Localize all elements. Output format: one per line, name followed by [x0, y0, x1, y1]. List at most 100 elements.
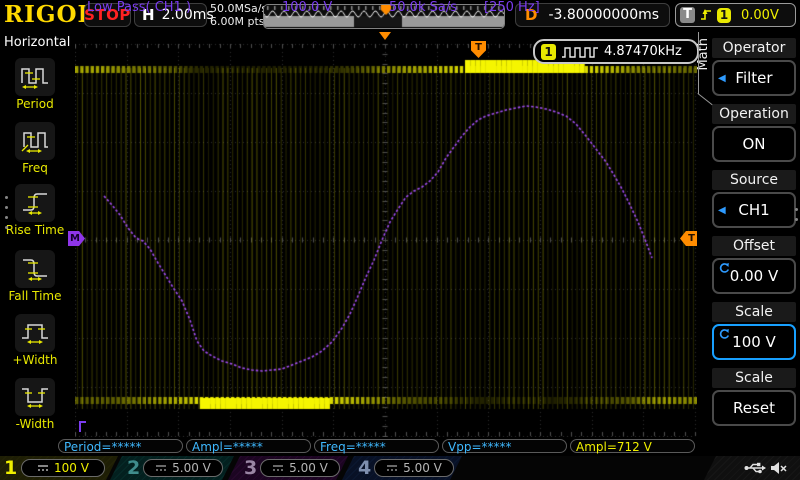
fall-time-icon [15, 250, 55, 288]
memory-depth: 6.00M pts [210, 15, 265, 28]
menu-item-value: Reset [733, 399, 775, 417]
measurement-slot-ampl[interactable]: Ampl=***** [186, 439, 311, 454]
menu-item-value: ON [742, 135, 766, 153]
channel-scale-value: 5.00 V [403, 461, 442, 475]
minus-width-icon [15, 378, 55, 416]
counter-source-badge: 1 [541, 43, 556, 60]
sample-rate: 50.0MSa/s [210, 2, 268, 15]
left-arrow-icon: ◀ [718, 204, 726, 216]
menu-item-title: Scale [712, 368, 796, 388]
trigger-source-badge: 1 [717, 7, 731, 23]
menu-item-title: Source [712, 170, 796, 190]
counter-frequency-value: 4.87470kHz [604, 44, 682, 59]
menu-item-title: Operator [712, 38, 796, 58]
dc-coupling-icon [387, 465, 398, 471]
channel-4-status[interactable]: 4 5.00 V [342, 456, 462, 480]
channel-1-status[interactable]: 1 100 V [0, 456, 118, 480]
left-menu-scroll-dot [5, 216, 8, 219]
measurement-slot-ampl2[interactable]: Ampl=712 V [570, 439, 695, 454]
left-menu-scroll-dot [5, 196, 8, 199]
menu-item-operation[interactable]: Operation ON [712, 104, 796, 162]
left-menu-label: Period [16, 97, 54, 111]
plus-width-icon [15, 314, 55, 352]
channel-scale-value: 5.00 V [289, 461, 328, 475]
menu-page-dot [795, 208, 798, 211]
channel-scale-box: 100 V [21, 459, 105, 477]
trigger-info-box[interactable]: T 1 0.00V [675, 3, 796, 27]
left-menu-title: Horizontal [4, 35, 71, 50]
left-menu-item-rise-time[interactable]: Rise Time [0, 184, 70, 237]
left-menu-item-plus-width[interactable]: +Width [0, 314, 70, 367]
rise-time-icon [15, 184, 55, 222]
menu-item-scale[interactable]: Scale 100 V [712, 302, 796, 360]
math-operator-label: Low Pass( CH1 ) [87, 0, 192, 15]
dc-coupling-icon [156, 465, 167, 471]
menu-item-operator[interactable]: Operator ◀ Filter [712, 38, 796, 96]
oscilloscope-screen: RIGOL STOP H 2.00ms 50.0MSa/s 6.00M pts … [0, 0, 800, 480]
channel-number: 4 [358, 457, 372, 479]
square-wave-icon [561, 45, 599, 59]
measurement-slot-period[interactable]: Period=***** [58, 439, 183, 454]
left-menu-item-minus-width[interactable]: -Width [0, 378, 70, 431]
left-menu-label: -Width [15, 417, 55, 431]
left-menu-item-freq[interactable]: Freq [0, 122, 70, 175]
dc-coupling-icon [38, 465, 49, 471]
offset-value-button[interactable]: 0.00 V [712, 258, 796, 294]
period-icon [15, 58, 55, 96]
speaker-muted-icon[interactable] [770, 460, 788, 476]
menu-item-value: Filter [735, 69, 773, 87]
channel-scale-value: 5.00 V [172, 461, 211, 475]
trigger-slope-icon [700, 8, 712, 22]
scale-value-button[interactable]: 100 V [712, 324, 796, 360]
dc-coupling-icon [273, 465, 284, 471]
left-menu-scroll-dot [5, 226, 8, 229]
rigol-logo: RIGOL [4, 1, 95, 28]
source-value-button[interactable]: ◀ CH1 [712, 192, 796, 228]
acquisition-info: 50.0MSa/s 6.00M pts [210, 2, 267, 28]
usb-icon [744, 461, 766, 475]
channel-scale-box: 5.00 V [260, 459, 340, 477]
menu-divider [698, 32, 699, 94]
operation-value-button[interactable]: ON [712, 126, 796, 162]
math-label-corner [79, 421, 86, 432]
menu-item-title: Operation [712, 104, 796, 124]
waveform-display[interactable] [75, 32, 697, 437]
channel-scale-value: 100 V [54, 461, 89, 475]
left-menu-label: Rise Time [5, 223, 65, 237]
rotate-knob-icon [718, 262, 730, 274]
channel-scale-box: 5.00 V [374, 459, 454, 477]
channel-status-bar: 1 100 V 2 5.00 V 3 5.00 V 4 5.00 V [0, 456, 800, 480]
left-arrow-icon: ◀ [718, 72, 726, 84]
scale-reset-button[interactable]: Reset [712, 390, 796, 426]
channel-3-status[interactable]: 3 5.00 V [228, 456, 348, 480]
left-menu-scroll-dot [5, 206, 8, 209]
left-menu-label: Freq [22, 161, 48, 175]
menu-item-scale-reset[interactable]: Scale Reset [712, 368, 796, 426]
operator-value-button[interactable]: ◀ Filter [712, 60, 796, 96]
measurement-slot-vpp[interactable]: Vpp=***** [442, 439, 567, 454]
system-status-section [704, 456, 800, 480]
trigger-t-label: T [680, 7, 695, 23]
channel-number: 3 [244, 457, 258, 479]
menu-item-source[interactable]: Source ◀ CH1 [712, 170, 796, 228]
channel-scale-box: 5.00 V [143, 459, 223, 477]
trigger-level-value: 0.00V [741, 7, 779, 23]
math-scale-value: 100.0 V [282, 0, 333, 15]
channel-number: 2 [127, 457, 141, 479]
freq-icon [15, 122, 55, 160]
channel-number: 1 [4, 457, 18, 479]
menu-item-offset[interactable]: Offset 0.00 V [712, 236, 796, 294]
channel-2-status[interactable]: 2 5.00 V [110, 456, 234, 480]
left-menu-item-period[interactable]: Period [0, 58, 70, 111]
left-menu-label: Fall Time [8, 289, 62, 303]
math-sample-rate: 50.0k Sa/s [389, 0, 457, 15]
rotate-knob-icon [718, 328, 730, 340]
menu-item-title: Offset [712, 236, 796, 256]
menu-item-value: 0.00 V [729, 267, 779, 285]
left-menu-label: +Width [12, 353, 58, 367]
menu-item-value: 100 V [732, 333, 776, 351]
left-menu-item-fall-time[interactable]: Fall Time [0, 250, 70, 303]
menu-page-dot [795, 218, 798, 221]
math-bandwidth: [250 Hz] [484, 0, 540, 15]
measurement-slot-freq[interactable]: Freq=***** [314, 439, 439, 454]
